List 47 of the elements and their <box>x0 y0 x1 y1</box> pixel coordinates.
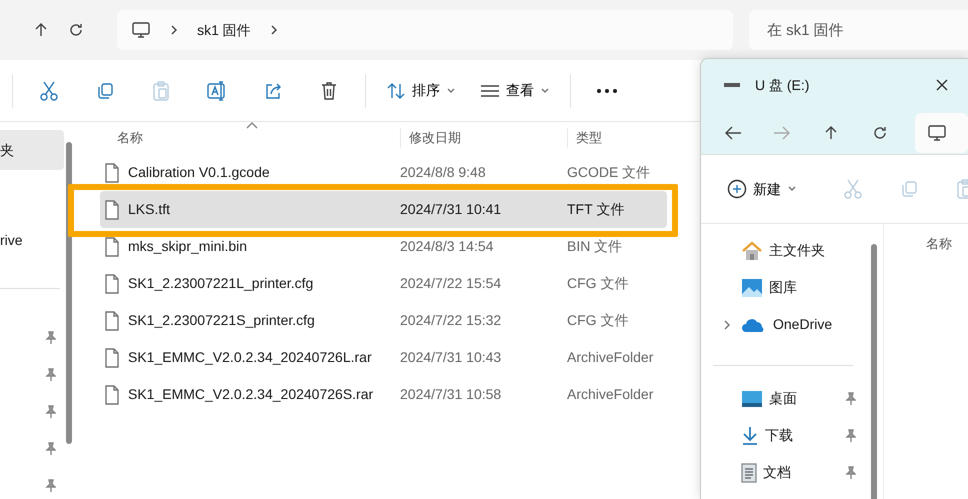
file-type: BIN 文件 <box>567 237 624 256</box>
sidebar-item[interactable]: rive <box>0 220 64 260</box>
sort-button[interactable]: 排序 <box>382 70 460 110</box>
file-date: 2024/7/31 10:58 <box>400 385 502 404</box>
file-name: SK1_EMMC_V2.0.2.34_20240726L.rar <box>128 348 372 367</box>
column-header[interactable]: 类型 <box>567 128 667 148</box>
sidebar-item[interactable]: 图库 <box>701 269 861 306</box>
file-type: GCODE 文件 <box>567 163 652 182</box>
file-type: CFG 文件 <box>567 274 630 293</box>
file-row[interactable]: SK1_2.23007221L_printer.cfg 2024/7/22 15:54 CFG 文件 <box>100 265 667 302</box>
file-date: 2024/7/22 15:54 <box>400 274 502 293</box>
file-name: mks_skipr_mini.bin <box>128 237 248 256</box>
search-field[interactable]: 在 sk1 固件 <box>749 10 968 50</box>
sidebar-item[interactable]: OneDrive <box>701 306 861 343</box>
address-bar[interactable]: sk1 固件 <box>117 10 733 50</box>
window-title: U 盘 (E:) <box>755 76 810 95</box>
column-header[interactable]: 名称 <box>926 236 952 251</box>
file-date: 2024/7/31 10:43 <box>400 348 502 367</box>
sidebar-item[interactable]: 文档 <box>701 454 861 491</box>
file-row[interactable]: SK1_EMMC_V2.0.2.34_20240726L.rar 2024/7/31 10:43 ArchiveFolder <box>100 339 667 376</box>
sidebar-item[interactable]: 桌面 <box>701 380 861 417</box>
column-header[interactable]: 修改日期 <box>400 128 567 148</box>
file-type: CFG 文件 <box>567 311 630 330</box>
file-date: 2024/7/22 15:32 <box>400 311 502 330</box>
sidebar-item[interactable]: 下载 <box>701 417 861 454</box>
file-name: SK1_2.23007221S_printer.cfg <box>128 311 315 330</box>
breadcrumb[interactable]: sk1 固件 <box>197 20 251 40</box>
file-type: ArchiveFolder <box>567 385 654 404</box>
file-name: LKS.tft <box>128 200 170 219</box>
file-date: 2024/7/31 10:41 <box>400 200 502 219</box>
file-name: SK1_EMMC_V2.0.2.34_20240726S.rar <box>128 385 374 404</box>
sidebar-item[interactable]: 主文件夹 <box>701 232 861 269</box>
file-row[interactable]: SK1_2.23007221S_printer.cfg 2024/7/22 15:32 CFG 文件 <box>100 302 667 339</box>
new-button[interactable]: 新建 <box>723 169 801 209</box>
file-row[interactable]: LKS.tft 2024/7/31 10:41 TFT 文件 <box>100 191 667 228</box>
file-date: 2024/8/3 14:54 <box>400 237 494 256</box>
sidebar-item[interactable]: 夹 <box>0 130 64 170</box>
column-header[interactable]: 名称 <box>100 128 400 148</box>
file-type: TFT 文件 <box>567 200 626 219</box>
file-name: SK1_2.23007221L_printer.cfg <box>128 274 314 293</box>
file-date: 2024/8/8 9:48 <box>400 163 487 182</box>
file-type: ArchiveFolder <box>567 348 654 367</box>
file-name: Calibration V0.1.gcode <box>128 163 270 182</box>
view-button[interactable]: 查看 <box>476 70 554 110</box>
file-row[interactable]: mks_skipr_mini.bin 2024/8/3 14:54 BIN 文件 <box>100 228 667 265</box>
file-row[interactable]: Calibration V0.1.gcode 2024/8/8 9:48 GCODE 文件 <box>100 154 667 191</box>
file-row[interactable]: SK1_EMMC_V2.0.2.34_20240726S.rar 2024/7/31 10:58 ArchiveFolder <box>100 376 667 413</box>
